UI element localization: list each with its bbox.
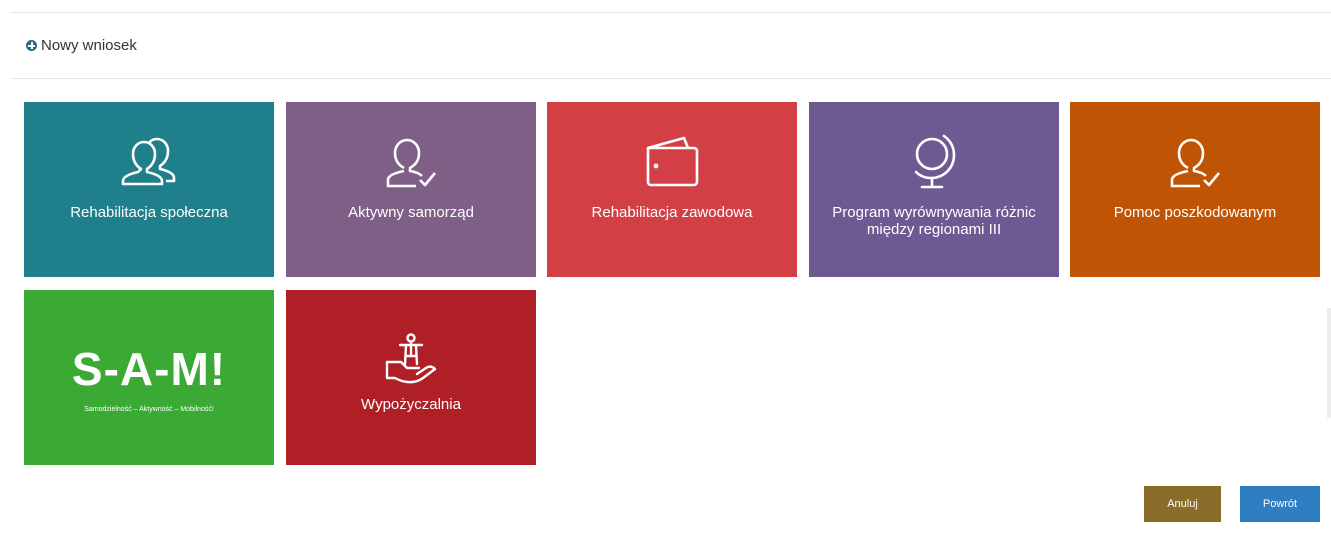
- tile-label: Program wyrównywania różnic między regio…: [832, 204, 1036, 238]
- tile-pomoc-poszkodowanym[interactable]: Pomoc poszkodowanym: [1070, 102, 1320, 277]
- panel-header: Nowy wniosek: [10, 13, 1331, 79]
- sam-tagline: Samodzielność – Aktywność – Mobilność!: [84, 406, 214, 413]
- panel-title: Nowy wniosek: [41, 37, 137, 54]
- person-on-hand-icon: [385, 333, 437, 384]
- sam-logo: S-A-M!: [71, 343, 227, 395]
- back-button[interactable]: Powrót: [1240, 486, 1320, 522]
- tile-label: Wypożyczalnia: [361, 396, 461, 413]
- tile-label: Rehabilitacja społeczna: [70, 204, 228, 221]
- wallet-icon: [646, 136, 699, 187]
- tile-sam[interactable]: S-A-M! Samodzielność – Aktywność – Mobil…: [24, 290, 274, 465]
- tile-label: Pomoc poszkodowanym: [1113, 204, 1277, 221]
- cancel-button[interactable]: Anuluj: [1144, 486, 1221, 522]
- tile-label: Aktywny samorząd: [348, 204, 474, 221]
- globe-icon: [914, 134, 956, 189]
- tile-label: Rehabilitacja zawodowa: [591, 204, 753, 221]
- tile-aktywny-samorzad[interactable]: Aktywny samorząd: [286, 102, 536, 277]
- tile-rehabilitacja-spoleczna[interactable]: Rehabilitacja społeczna: [24, 102, 274, 277]
- plus-circle-icon: [26, 40, 37, 51]
- scrollbar[interactable]: [1327, 308, 1331, 418]
- tile-rehabilitacja-zawodowa[interactable]: Rehabilitacja zawodowa: [547, 102, 797, 277]
- user-check-icon: [1170, 138, 1220, 188]
- user-check-icon: [386, 138, 436, 188]
- tile-program-wyrownywania[interactable]: Program wyrównywania różnic między regio…: [809, 102, 1059, 277]
- tile-wypozyczalnia[interactable]: Wypożyczalnia: [286, 290, 536, 465]
- users-icon: [121, 137, 176, 186]
